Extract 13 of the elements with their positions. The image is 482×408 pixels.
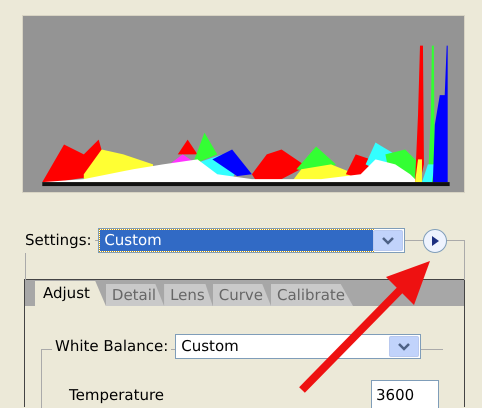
tab[interactable]: Adjust [35, 281, 106, 306]
menu-button[interactable] [423, 228, 448, 252]
tab[interactable]: Lens [164, 284, 213, 306]
balance-dropdown[interactable]: Custom [175, 334, 422, 359]
tab[interactable]: Detail [106, 284, 164, 306]
play-triangle-icon [432, 236, 439, 246]
tab[interactable]: Calibrate [271, 284, 353, 306]
temperature-field[interactable]: 3600 [371, 380, 439, 408]
chevron-down-icon [382, 236, 394, 244]
settings-dropdown[interactable]: Custom [98, 228, 406, 253]
temperature-label: Temperature [69, 385, 164, 406]
tab[interactable]: Curve [212, 284, 271, 306]
chevron-down-icon [398, 342, 410, 350]
